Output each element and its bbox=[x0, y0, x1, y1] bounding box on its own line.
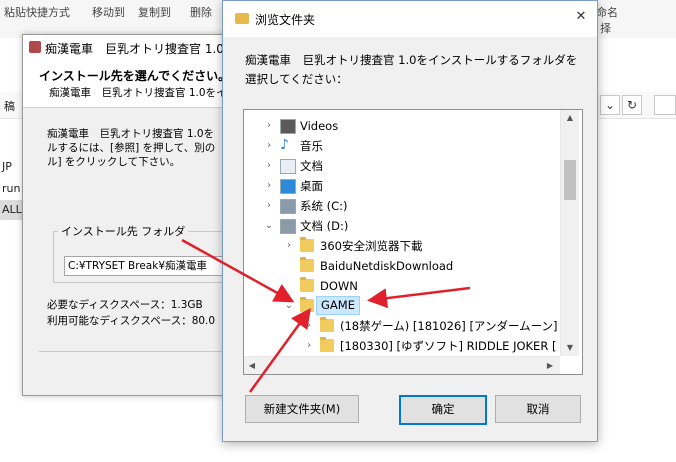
chevron-right-icon[interactable]: › bbox=[262, 116, 276, 136]
chevron-right-icon[interactable]: › bbox=[262, 156, 276, 176]
folder-icon bbox=[300, 277, 314, 292]
chevron-down-icon[interactable]: ⌄ bbox=[282, 296, 296, 316]
videos-icon bbox=[280, 119, 296, 134]
chevron-right-icon[interactable]: › bbox=[282, 236, 296, 256]
tree-item-label: GAME bbox=[316, 296, 360, 315]
chevron-right-icon[interactable]: › bbox=[262, 176, 276, 196]
installer-window: 痴漢電車 巨乳オトリ捜査官 1.0 インストール先を選んでください。 痴漢電車 … bbox=[22, 34, 239, 396]
tree-item-label: 文档 (D:) bbox=[300, 219, 349, 233]
tree-item-label: (18禁ゲーム) [181026] [アンダームーン] bbox=[340, 319, 558, 333]
drive-icon bbox=[280, 199, 296, 214]
tree-item-label: [180330] [ゆずソフト] RIDDLE JOKER [ bbox=[340, 339, 557, 353]
scroll-left-icon[interactable]: ◀ bbox=[244, 357, 260, 374]
vertical-scrollbar[interactable]: ▲ ▼ bbox=[560, 110, 579, 356]
tree-item-label: DOWN bbox=[320, 279, 358, 293]
tree-item[interactable]: ⌄ 文档 (D:) bbox=[262, 216, 554, 236]
tree-item[interactable]: › ♪ 音乐 bbox=[262, 136, 554, 156]
tree-item[interactable]: › 系统 (C:) bbox=[262, 196, 554, 216]
horizontal-scrollbar[interactable]: ◀ ▶ bbox=[244, 356, 560, 374]
tree-item[interactable]: › [180330] [ゆずソフト] RIDDLE JOKER [ bbox=[302, 336, 557, 356]
tree-item-label: BaiduNetdiskDownload bbox=[320, 259, 454, 273]
tree-item[interactable]: › 文档 bbox=[262, 156, 554, 176]
ribbon-paste-shortcut[interactable]: 粘贴快捷方式 bbox=[4, 4, 70, 20]
install-folder-label: インストール先 フォルダ bbox=[58, 223, 189, 239]
tree-item-label: 桌面 bbox=[300, 179, 323, 193]
tree-item[interactable]: › (18禁ゲーム) [181026] [アンダームーン] bbox=[302, 316, 558, 336]
installer-heading: インストール先を選んでください。 bbox=[39, 69, 231, 83]
dialog-title-bar: 浏览文件夹 ✕ bbox=[223, 1, 597, 37]
install-folder-group: インストール先 フォルダ C:¥TRYSET Break¥痴漢電車 bbox=[53, 223, 239, 283]
installer-description: 痴漢電車 巨乳オトリ捜査官 1.0を ルするには、[参照] を押して、別の ル]… bbox=[47, 127, 223, 169]
tree-item[interactable]: ⌄ GAME bbox=[282, 296, 554, 316]
folder-icon bbox=[300, 237, 314, 252]
cancel-button[interactable]: 取消 bbox=[495, 395, 581, 423]
ok-button[interactable]: 确定 bbox=[399, 395, 487, 425]
ribbon-select[interactable]: 择 bbox=[600, 20, 611, 36]
app-icon bbox=[29, 41, 41, 53]
folder-icon bbox=[320, 337, 334, 352]
search-box-edge[interactable] bbox=[654, 95, 676, 115]
tree-item[interactable]: › 360安全浏览器下載 bbox=[282, 236, 554, 256]
close-icon[interactable]: ✕ bbox=[571, 7, 591, 27]
ribbon-move-to[interactable]: 移动到 bbox=[92, 4, 125, 20]
tree-item[interactable]: DOWN bbox=[282, 276, 554, 296]
sidebar-item-all[interactable]: ALL bbox=[2, 203, 22, 216]
tree-item-label: Videos bbox=[300, 119, 339, 133]
dialog-title: 浏览文件夹 bbox=[255, 13, 316, 27]
tree-item-label: 360安全浏览器下載 bbox=[320, 239, 423, 253]
description-line: ル] をクリックして下さい。 bbox=[47, 156, 181, 168]
chevron-right-icon[interactable]: › bbox=[262, 136, 276, 156]
desktop-icon bbox=[280, 179, 296, 194]
installer-title-bar: 痴漢電車 巨乳オトリ捜査官 1.0 bbox=[23, 35, 229, 59]
dialog-prompt: 痴漢電車 巨乳オトリ捜査官 1.0をインストールするフォルダを選択してください： bbox=[245, 53, 578, 86]
document-icon bbox=[280, 159, 296, 174]
description-line: 痴漢電車 巨乳オトリ捜査官 1.0を bbox=[47, 128, 215, 140]
chevron-down-icon[interactable]: ⌄ bbox=[600, 95, 620, 115]
ribbon-rename[interactable]: 命名 bbox=[596, 4, 618, 20]
scroll-down-icon[interactable]: ▼ bbox=[561, 340, 579, 356]
folder-icon bbox=[300, 257, 314, 272]
browse-folder-dialog: 浏览文件夹 ✕ 痴漢電車 巨乳オトリ捜査官 1.0をインストールするフォルダを選… bbox=[222, 0, 598, 442]
folder-icon bbox=[235, 13, 249, 24]
ribbon-copy-to[interactable]: 复制到 bbox=[138, 4, 171, 20]
drive-icon bbox=[280, 219, 296, 234]
tree-item-label: 文档 bbox=[300, 159, 323, 173]
install-path-field[interactable]: C:¥TRYSET Break¥痴漢電車 bbox=[64, 256, 239, 276]
refresh-icon[interactable]: ↻ bbox=[622, 95, 642, 115]
tree-item[interactable]: › 桌面 bbox=[262, 176, 554, 196]
tree-item[interactable]: › Videos bbox=[262, 116, 554, 136]
installer-subheading: 痴漢電車 巨乳オトリ捜査官 1.0をイ bbox=[49, 87, 227, 99]
divider bbox=[39, 351, 229, 352]
required-space: 必要なディスクスペース：1.3GB bbox=[47, 299, 203, 311]
folder-icon bbox=[300, 297, 314, 312]
tree-item-label: 系统 (C:) bbox=[300, 199, 348, 213]
installer-title: 痴漢電車 巨乳オトリ捜査官 1.0 bbox=[45, 42, 224, 56]
tree-item[interactable]: BaiduNetdiskDownload bbox=[282, 256, 554, 276]
new-folder-button[interactable]: 新建文件夹(M) bbox=[245, 395, 359, 423]
description-line: ルするには、[参照] を押して、別の bbox=[47, 142, 216, 154]
scroll-thumb[interactable] bbox=[564, 160, 576, 200]
music-icon: ♪ bbox=[280, 137, 289, 153]
available-space: 利用可能なディスクスペース：80.0 bbox=[47, 315, 216, 327]
folder-icon bbox=[320, 317, 334, 332]
scroll-up-icon[interactable]: ▲ bbox=[561, 110, 579, 126]
folder-tree[interactable]: › Videos › ♪ 音乐 › 文档 › 桌面 › 系统 (C:) ⌄ 文档 (D:) › 360安全浏… bbox=[243, 109, 583, 375]
sidebar-item-run[interactable]: run bbox=[2, 182, 20, 195]
tree-item-label: 音乐 bbox=[300, 139, 323, 153]
address-text: 稿 bbox=[4, 100, 15, 113]
scroll-right-icon[interactable]: ▶ bbox=[542, 357, 558, 374]
sidebar-item-jp[interactable]: JP bbox=[2, 160, 12, 173]
chevron-down-icon[interactable]: ⌄ bbox=[262, 216, 276, 236]
installer-header: インストール先を選んでください。 痴漢電車 巨乳オトリ捜査官 1.0をイ bbox=[23, 59, 231, 108]
chevron-right-icon[interactable]: › bbox=[262, 196, 276, 216]
ribbon-delete[interactable]: 删除 bbox=[190, 4, 212, 20]
chevron-right-icon[interactable]: › bbox=[302, 316, 316, 336]
chevron-right-icon[interactable]: › bbox=[302, 336, 316, 356]
